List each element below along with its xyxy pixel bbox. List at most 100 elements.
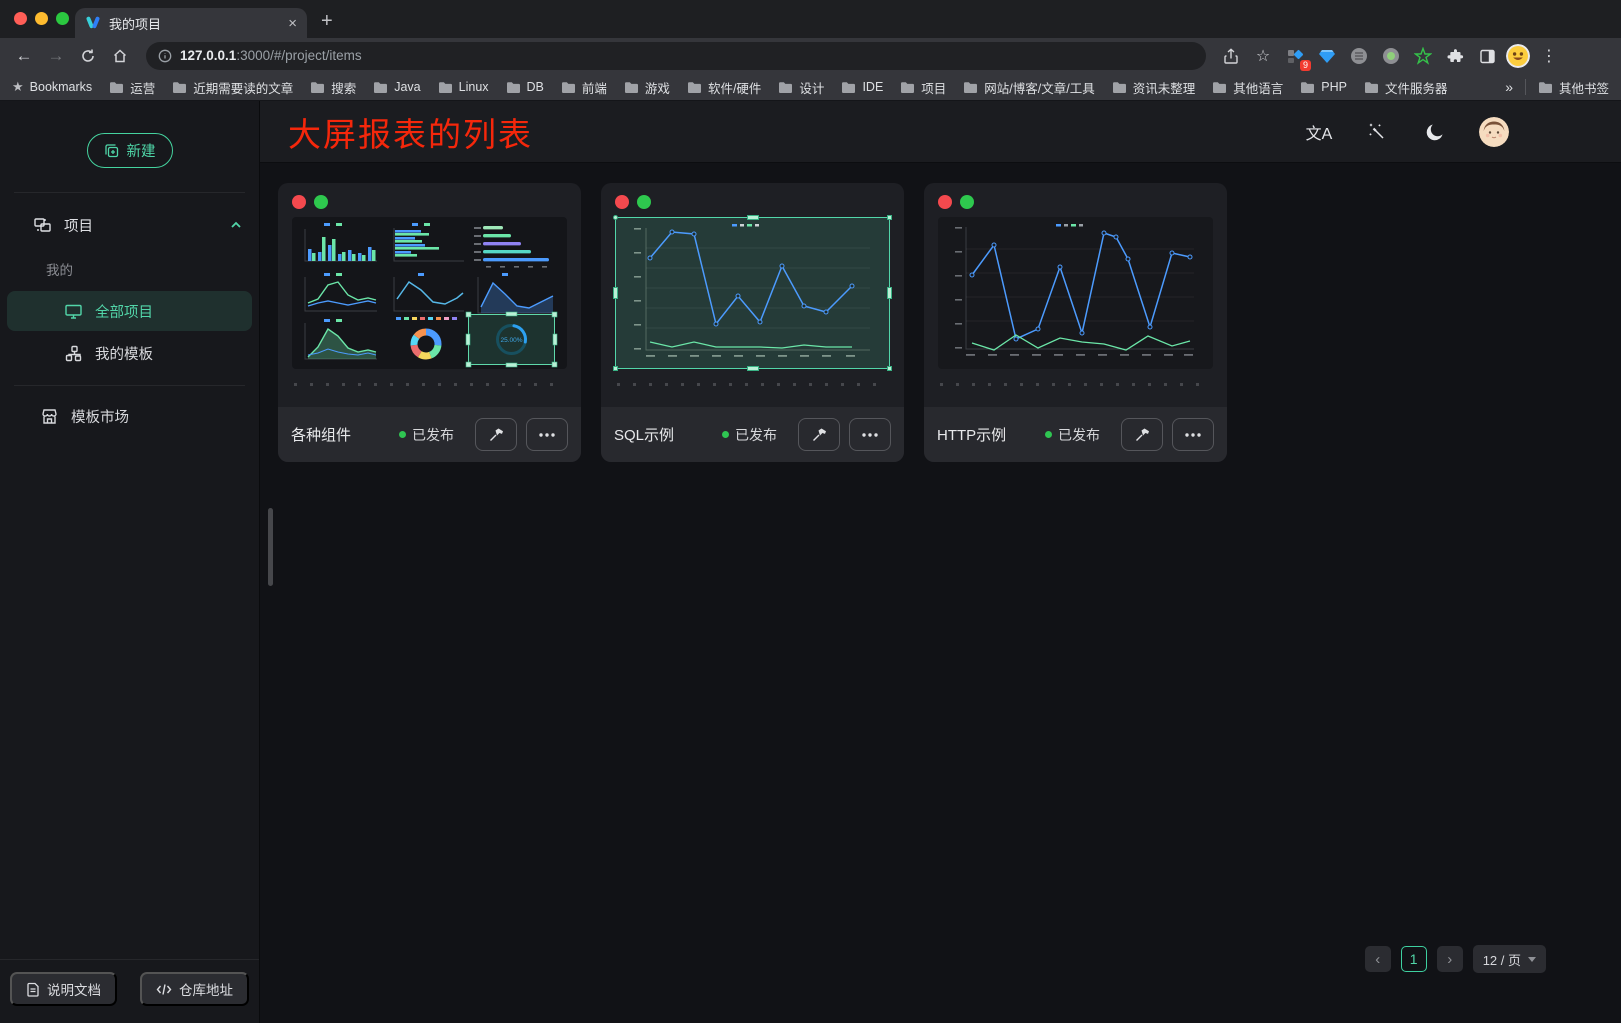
bookmarks-overflow-icon[interactable]: »: [1505, 79, 1513, 95]
bookmark-folder[interactable]: 运营: [109, 78, 155, 97]
page-size-select[interactable]: 12 / 页: [1473, 945, 1546, 973]
extension-tabs-icon[interactable]: 9: [1282, 43, 1308, 69]
bookmark-folder[interactable]: 游戏: [624, 78, 670, 97]
edit-hammer-button[interactable]: [798, 418, 840, 451]
status-label: 已发布: [412, 425, 454, 445]
folder-icon: [109, 81, 124, 94]
bookmark-folder[interactable]: 网站/博客/文章/工具: [963, 78, 1094, 97]
project-card[interactable]: 25.00% 各种组件 已发布: [278, 183, 581, 462]
edit-hammer-button[interactable]: [475, 418, 517, 451]
tab-close-icon[interactable]: ×: [288, 15, 297, 32]
bookmark-folder-label: IDE: [862, 80, 883, 94]
next-page-button[interactable]: ›: [1437, 946, 1463, 972]
page-size-value: 12 / 页: [1483, 950, 1521, 969]
bookmarks-label: Bookmarks: [30, 80, 93, 94]
sidebar-item-all-projects[interactable]: 全部项目: [7, 291, 252, 331]
sidebar-group-projects[interactable]: 项目: [0, 205, 259, 245]
bookmark-folder[interactable]: 搜索: [310, 78, 356, 97]
more-options-button[interactable]: [526, 418, 568, 451]
more-options-button[interactable]: [849, 418, 891, 451]
bookmark-folder-label: Linux: [459, 80, 489, 94]
sidebar-group-label: 项目: [64, 215, 93, 236]
user-avatar[interactable]: [1479, 117, 1509, 147]
bookmark-folder[interactable]: Linux: [438, 78, 489, 97]
toolbar-right-icons: ☆ 9: [1218, 43, 1562, 69]
card-window-dots: [292, 195, 567, 209]
bookmark-folder[interactable]: 软件/硬件: [687, 78, 761, 97]
folder-icon: [778, 81, 793, 94]
bookmark-folder[interactable]: 近期需要读的文章: [172, 78, 293, 97]
browser-profile-avatar[interactable]: [1506, 44, 1530, 68]
green-dot: [314, 195, 328, 209]
extension-record-icon[interactable]: [1378, 43, 1404, 69]
project-thumbnail-selected: [615, 217, 890, 369]
ellipsis-icon: [1185, 433, 1201, 437]
sidebar-item-template-market[interactable]: 模板市场: [7, 396, 252, 436]
goview-favicon: [85, 15, 101, 31]
current-page-button[interactable]: 1: [1401, 946, 1427, 972]
bookmark-star-icon[interactable]: ☆: [1250, 43, 1276, 69]
dotted-divider: [294, 383, 565, 386]
other-bookmarks-label: 其他书签: [1559, 78, 1609, 97]
back-icon[interactable]: ←: [10, 42, 38, 70]
project-card[interactable]: HTTP示例 已发布: [924, 183, 1227, 462]
close-window-button[interactable]: [14, 12, 27, 25]
chevron-up-icon[interactable]: [229, 218, 243, 232]
browser-tab[interactable]: 我的项目 ×: [75, 8, 307, 38]
prev-page-button[interactable]: ‹: [1365, 946, 1391, 972]
language-icon[interactable]: 文A: [1305, 118, 1333, 146]
bookmarks-manager[interactable]: ★ Bookmarks: [12, 79, 92, 95]
dark-mode-moon-icon[interactable]: [1421, 118, 1449, 146]
other-bookmarks-folder[interactable]: 其他书签: [1538, 78, 1609, 97]
sidebar: 新建 项目 我的 全部项目: [0, 101, 260, 1023]
forward-icon[interactable]: →: [42, 42, 70, 70]
sidebar-item-my-templates[interactable]: 我的模板: [7, 333, 252, 373]
bookmark-folder[interactable]: 设计: [778, 78, 824, 97]
hammer-icon: [811, 426, 828, 443]
reload-icon[interactable]: [74, 42, 102, 70]
home-icon[interactable]: [106, 42, 134, 70]
more-options-button[interactable]: [1172, 418, 1214, 451]
site-info-icon[interactable]: [158, 49, 172, 63]
folder-icon: [506, 81, 521, 94]
minimize-window-button[interactable]: [35, 12, 48, 25]
bookmark-folder[interactable]: IDE: [841, 78, 883, 97]
extension-star-icon[interactable]: [1410, 43, 1436, 69]
docs-button[interactable]: 说明文档: [10, 972, 117, 1006]
extension-circle-icon[interactable]: [1346, 43, 1372, 69]
bookmark-folder[interactable]: DB: [506, 78, 544, 97]
address-bar[interactable]: 127.0.0.1:3000/#/project/items: [146, 42, 1206, 70]
folder-icon: [624, 81, 639, 94]
magic-wand-icon[interactable]: [1363, 118, 1391, 146]
project-card[interactable]: SQL示例 已发布: [601, 183, 904, 462]
bookmark-folder-label: 网站/博客/文章/工具: [984, 78, 1094, 97]
bookmark-folder[interactable]: 文件服务器: [1364, 78, 1448, 97]
extension-gem-icon[interactable]: [1314, 43, 1340, 69]
share-icon[interactable]: [1218, 43, 1244, 69]
bookmark-folder[interactable]: 项目: [900, 78, 946, 97]
new-tab-button[interactable]: +: [321, 10, 333, 33]
folder-icon: [900, 81, 915, 94]
header-icons: 文A: [1305, 117, 1509, 147]
red-dot: [615, 195, 629, 209]
bookmark-folder[interactable]: 资讯未整理: [1112, 78, 1196, 97]
scrollbar-thumb[interactable]: [268, 508, 273, 586]
browser-window: 我的项目 × + ← → 127.0.0.1:3000/#/project/it…: [0, 0, 1621, 101]
bookmark-folder-label: DB: [527, 80, 544, 94]
bookmark-folder[interactable]: PHP: [1300, 78, 1347, 97]
card-preview: [924, 183, 1227, 407]
sidebar-menu: 项目 我的 全部项目 我的模板: [0, 193, 259, 438]
project-thumbnail: 25.00%: [292, 217, 567, 369]
goview-app: 新建 项目 我的 全部项目: [0, 101, 1621, 1023]
repo-button[interactable]: 仓库地址: [140, 972, 249, 1006]
side-panel-icon[interactable]: [1474, 43, 1500, 69]
browser-menu-icon[interactable]: ⋮: [1536, 43, 1562, 69]
bookmark-folder[interactable]: Java: [373, 78, 420, 97]
edit-hammer-button[interactable]: [1121, 418, 1163, 451]
project-cards: 25.00% 各种组件 已发布: [278, 183, 1621, 462]
extensions-puzzle-icon[interactable]: [1442, 43, 1468, 69]
bookmark-folder[interactable]: 前端: [561, 78, 607, 97]
new-project-button[interactable]: 新建: [87, 133, 173, 168]
zoom-window-button[interactable]: [56, 12, 69, 25]
bookmark-folder[interactable]: 其他语言: [1212, 78, 1283, 97]
